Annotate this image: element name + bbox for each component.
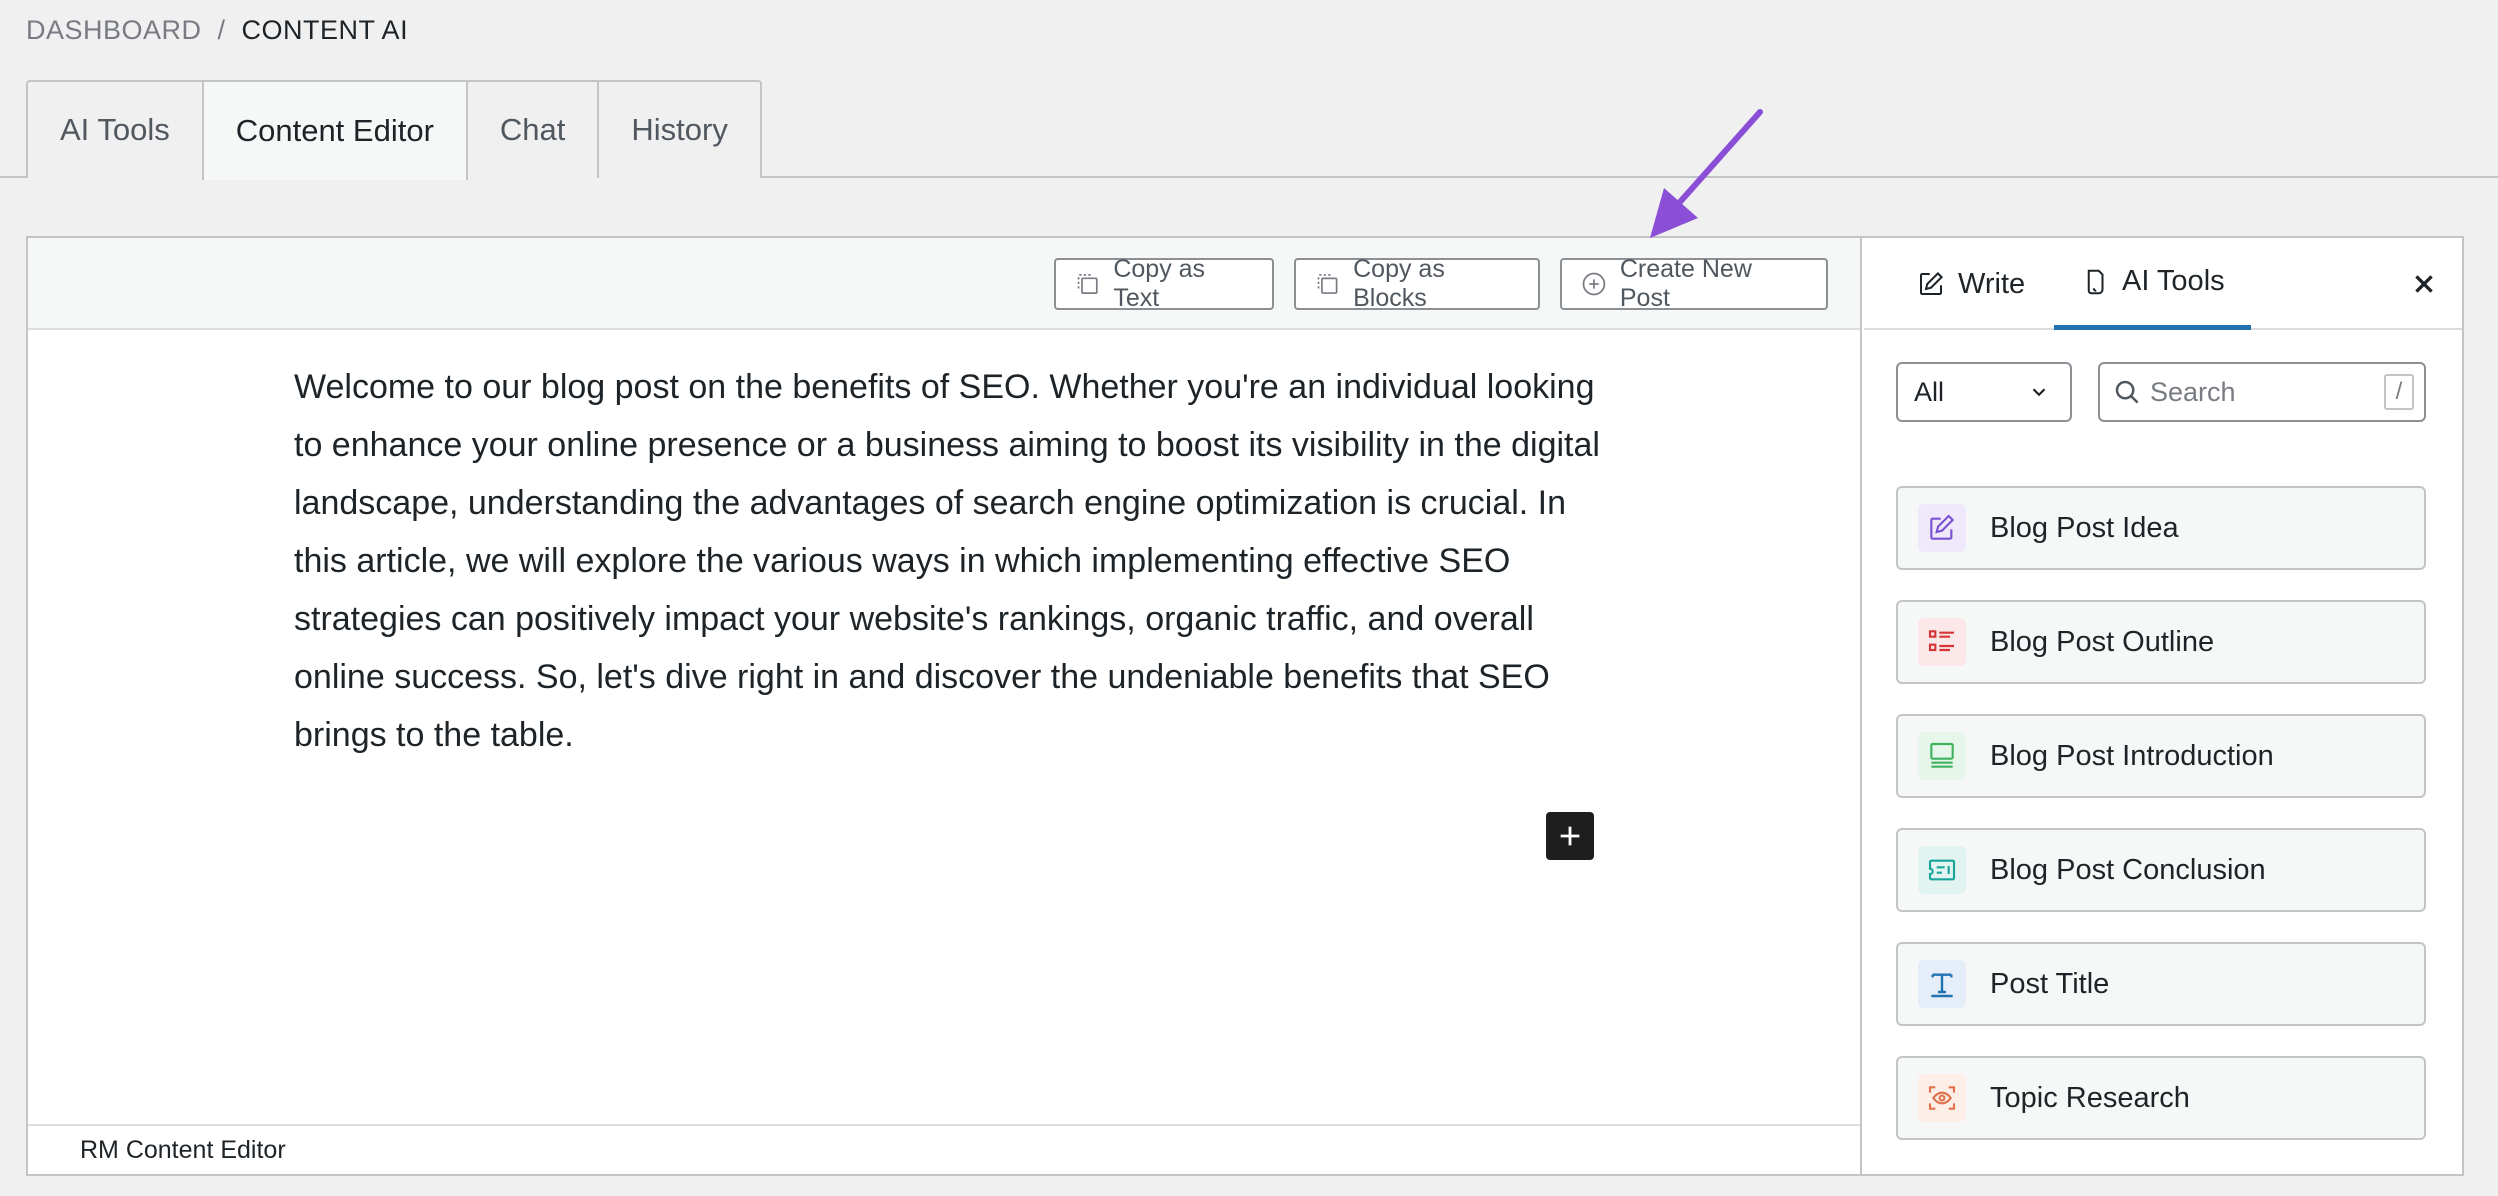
list-icon [1918,618,1966,666]
ai-tools-icon [2087,269,2104,294]
copy-as-text-label: Copy as Text [1113,255,1206,312]
tab-content-editor[interactable]: Content Editor [201,80,468,180]
breadcrumb-separator: / [217,14,226,45]
tab-ai-tools[interactable]: AI Tools [26,80,204,178]
tool-label: Topic Research [1990,1081,2190,1114]
edit-icon [1920,271,1944,295]
copy-as-blocks-button[interactable]: Copy as Blocks [1294,255,1540,312]
search-icon [2115,380,2139,404]
conclusion-icon [1918,846,1966,894]
annotation-arrow-icon [1650,109,1763,238]
content-ai-page: DASHBOARD / CONTENT AI AI Tools Content … [0,0,2498,1196]
search-placeholder: Search [2150,376,2236,407]
tool-blog-post-introduction[interactable]: Blog Post Introduction [1896,714,2426,798]
search-shortcut-key: / [2384,374,2414,410]
editor-area: Copy as Text Copy as Blocks Create New P… [28,238,1862,1174]
tool-post-title[interactable]: Post Title [1896,942,2426,1026]
copy-as-text-button[interactable]: Copy as Text [1054,255,1274,312]
breadcrumb-current: CONTENT AI [241,14,409,45]
plus-icon [1560,826,1580,846]
add-block-button[interactable] [1546,812,1594,860]
top-tabs: AI Tools Content Editor Chat History [26,80,762,180]
sidebar-tab-write[interactable]: Write [1916,238,2025,330]
plus-circle-icon [1582,272,1606,296]
create-new-post-label: Create New Post [1619,255,1752,312]
content-editor-panel: Copy as Text Copy as Blocks Create New P… [26,236,2464,1176]
sidebar-tab-ai-tools[interactable]: AI Tools [2054,238,2251,330]
sidebar-tab-write-label: Write [1958,267,2026,300]
sidebar-tab-ai-tools-label: AI Tools [2122,265,2225,297]
tool-label: Blog Post Idea [1990,511,2179,544]
breadcrumb: DASHBOARD / CONTENT AI [26,10,408,50]
editor-footer: RM Content Editor [28,1124,1860,1174]
title-icon [1918,960,1966,1008]
tool-search-input[interactable]: Search / [2098,362,2426,422]
editor-paragraph[interactable]: Welcome to our blog post on the benefits… [294,358,1614,764]
copy-icon [1077,274,1098,294]
tool-label: Blog Post Conclusion [1990,853,2266,886]
editor-footer-label: RM Content Editor [80,1135,286,1164]
copy-as-blocks-label: Copy as Blocks [1353,255,1445,312]
editor-toolbar: Copy as Text Copy as Blocks Create New P… [28,238,1860,330]
breadcrumb-dashboard-link[interactable]: DASHBOARD [26,15,202,46]
tool-label: Blog Post Introduction [1990,739,2274,772]
tool-blog-post-idea[interactable]: Blog Post Idea [1896,486,2426,570]
sidebar-tabs: Write AI Tools [1864,238,2462,330]
tool-filter-select[interactable]: All [1896,362,2072,422]
close-icon [2415,275,2433,293]
tool-label: Post Title [1990,967,2110,1000]
chevron-down-icon [2032,388,2046,397]
tab-chat[interactable]: Chat [465,80,600,178]
tool-list: Blog Post Idea Blog Post Outline Blog Po… [1896,486,2426,1170]
tool-filter-value: All [1914,376,1945,407]
tab-history[interactable]: History [597,80,762,178]
copy-blocks-icon [1317,274,1338,294]
tool-label: Blog Post Outline [1990,625,2215,658]
tool-blog-post-outline[interactable]: Blog Post Outline [1896,600,2426,684]
research-icon [1918,1074,1966,1122]
idea-edit-icon [1918,504,1966,552]
create-new-post-button[interactable]: Create New Post [1560,255,1828,312]
close-sidebar-button[interactable] [2402,262,2446,306]
tool-blog-post-conclusion[interactable]: Blog Post Conclusion [1896,828,2426,912]
intro-icon [1918,732,1966,780]
ai-sidebar: Write AI Tools All Search / Blog Post Id… [1864,238,2462,1174]
tool-topic-research[interactable]: Topic Research [1896,1056,2426,1140]
